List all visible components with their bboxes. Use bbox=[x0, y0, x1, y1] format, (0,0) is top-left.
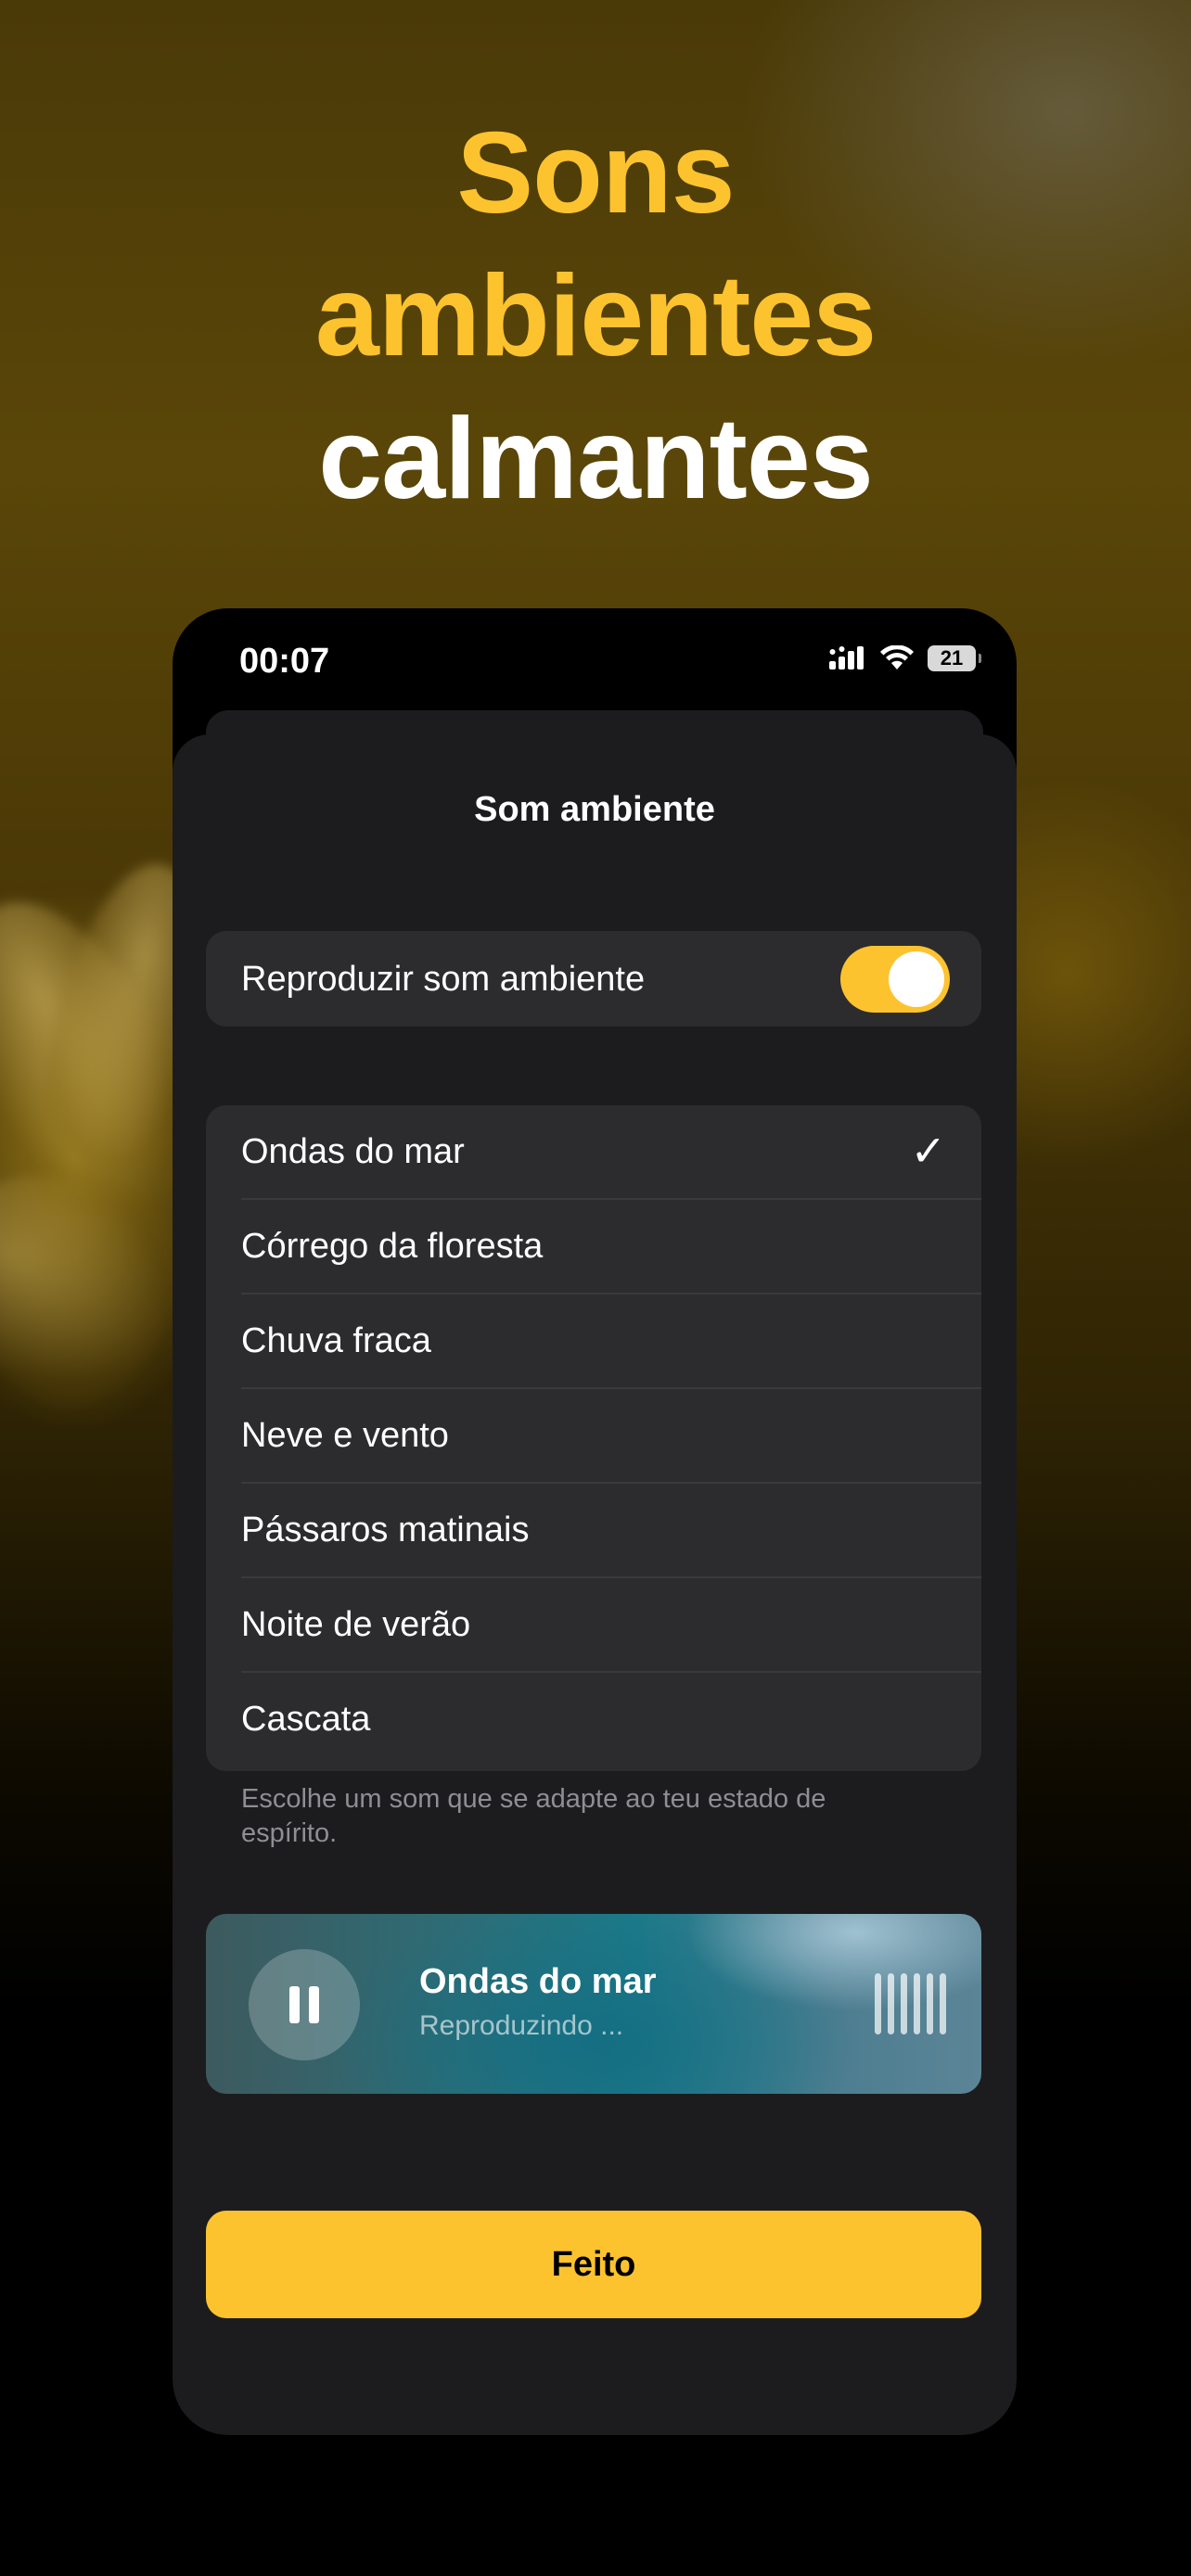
pause-icon bbox=[289, 1986, 300, 2023]
pause-button[interactable] bbox=[249, 1949, 360, 2060]
ambient-sound-sheet: Som ambiente Reproduzir som ambiente Ond… bbox=[173, 734, 1017, 2435]
list-item[interactable]: Neve e vento bbox=[206, 1389, 981, 1484]
now-playing-title: Ondas do mar bbox=[419, 1962, 657, 2001]
wifi-icon bbox=[880, 645, 914, 670]
now-playing-card[interactable]: Ondas do mar Reproduzindo ... bbox=[206, 1914, 981, 2094]
list-item[interactable]: Chuva fraca bbox=[206, 1294, 981, 1389]
done-button[interactable]: Feito bbox=[206, 2211, 981, 2318]
cellular-signal-icon bbox=[829, 646, 864, 670]
hero-line-1: Sons bbox=[456, 109, 735, 237]
sound-label: Córrego da floresta bbox=[241, 1227, 544, 1266]
checkmark-icon: ✓ bbox=[910, 1127, 946, 1175]
status-icons: 21 bbox=[829, 645, 981, 671]
sound-label: Cascata bbox=[241, 1700, 371, 1739]
ambient-toggle-row: Reproduzir som ambiente bbox=[206, 931, 981, 1027]
ambient-sound-toggle[interactable] bbox=[840, 946, 950, 1013]
list-item[interactable]: Córrego da floresta bbox=[206, 1200, 981, 1294]
ambient-toggle-label: Reproduzir som ambiente bbox=[241, 960, 646, 999]
pause-icon bbox=[309, 1986, 319, 2023]
sound-list-footnote: Escolhe um som que se adapte ao teu esta… bbox=[241, 1784, 826, 1848]
sound-label: Pássaros matinais bbox=[241, 1511, 530, 1549]
status-bar: 00:07 21 bbox=[173, 608, 1017, 720]
list-item[interactable]: Cascata bbox=[206, 1673, 981, 1771]
list-item[interactable]: Noite de verão bbox=[206, 1578, 981, 1673]
hero-headline: Sons ambientes calmantes bbox=[0, 102, 1191, 530]
battery-icon: 21 bbox=[928, 645, 981, 671]
list-item[interactable]: Pássaros matinais bbox=[206, 1484, 981, 1578]
hero-line-3: calmantes bbox=[318, 395, 874, 523]
equalizer-icon bbox=[875, 1973, 946, 2034]
toggle-knob bbox=[889, 951, 944, 1007]
sound-list: Ondas do mar ✓ Córrego da floresta Chuva… bbox=[206, 1105, 981, 1771]
sound-label: Neve e vento bbox=[241, 1416, 449, 1455]
sound-label: Noite de verão bbox=[241, 1605, 471, 1644]
sound-label: Ondas do mar bbox=[241, 1132, 465, 1171]
sheet-title: Som ambiente bbox=[474, 790, 715, 829]
now-playing-subtitle: Reproduzindo ... bbox=[419, 2010, 624, 2041]
status-time: 00:07 bbox=[239, 642, 330, 681]
hero-line-2: ambientes bbox=[314, 252, 877, 380]
list-item[interactable]: Ondas do mar ✓ bbox=[206, 1105, 981, 1200]
sound-label: Chuva fraca bbox=[241, 1321, 431, 1360]
phone-frame: 00:07 21 Som ambiente Reproduzir som amb… bbox=[173, 608, 1017, 2435]
